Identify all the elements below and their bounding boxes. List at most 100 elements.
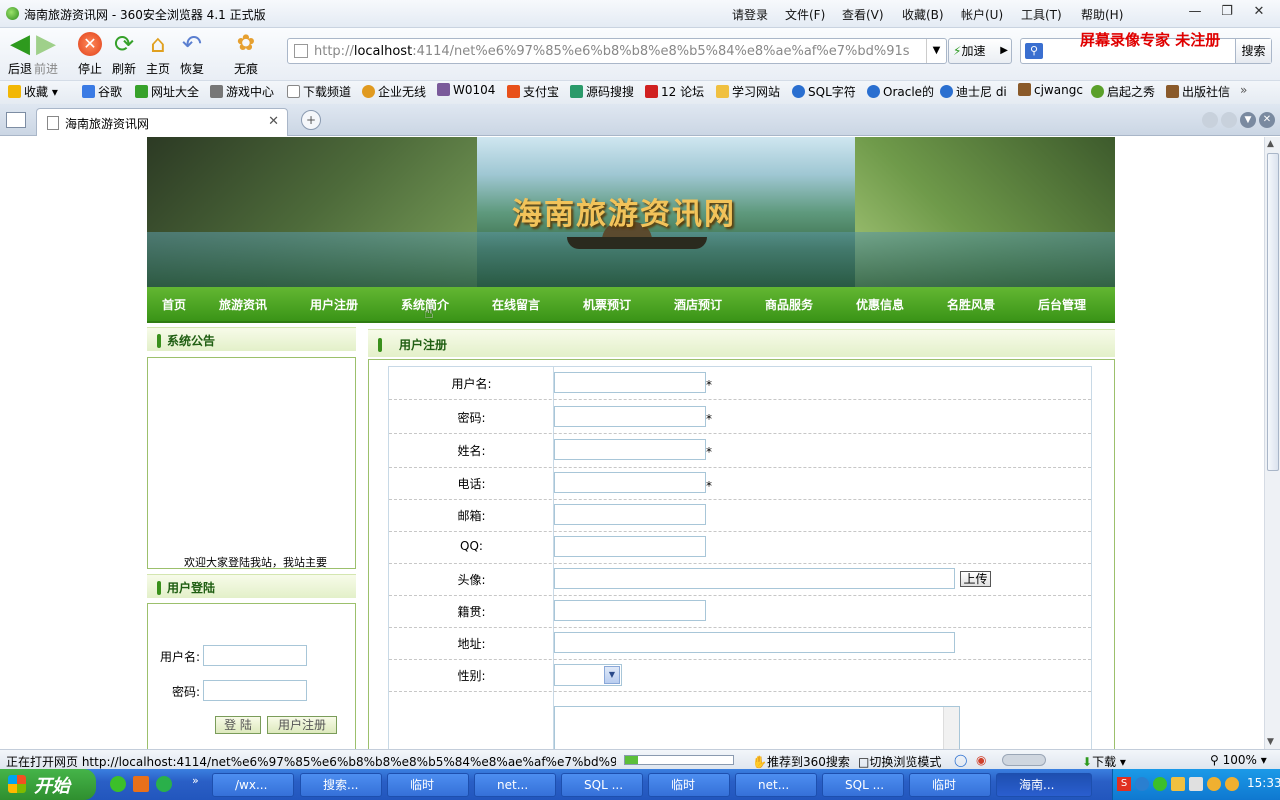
login-password-input[interactable] <box>203 680 307 701</box>
scroll-up-icon[interactable]: ▲ <box>1267 139 1274 149</box>
phone-input[interactable] <box>554 472 706 493</box>
shield-icon[interactable]: ◉ <box>976 753 986 767</box>
fav-wireless[interactable]: 企业无线 <box>362 83 426 100</box>
tray-qq-icon[interactable] <box>1225 777 1239 791</box>
close-tab-icon[interactable]: ✕ <box>268 114 279 129</box>
taskbar-item-sql-2[interactable]: SQL ... <box>822 773 904 797</box>
sidebar-toggle-icon[interactable] <box>6 112 26 128</box>
menu-favorites[interactable]: 收藏(B) <box>902 6 944 23</box>
fav-google[interactable]: 谷歌 <box>82 83 122 100</box>
more-favorites-icon[interactable]: » <box>1240 83 1247 97</box>
fav-w0104[interactable]: W0104 <box>437 83 495 97</box>
nav-home[interactable]: 首页 <box>162 296 186 313</box>
address-dropdown-icon[interactable]: ▼ <box>926 39 946 63</box>
scrollbar-thumb[interactable] <box>1267 153 1279 471</box>
tray-arrow-icon[interactable] <box>1135 777 1149 791</box>
email-input[interactable] <box>554 504 706 525</box>
speed-button[interactable]: ⚡加速 ▶ <box>948 38 1012 64</box>
nav-goods[interactable]: 商品服务 <box>765 296 813 313</box>
address-input[interactable] <box>554 632 955 653</box>
s-icon[interactable]: S <box>1117 777 1131 791</box>
page-scrollbar[interactable]: ▲ ▼ <box>1264 137 1280 749</box>
fav-publisher[interactable]: 出版社信 <box>1166 83 1230 100</box>
upload-button[interactable]: 上传 <box>960 571 991 587</box>
fav-source[interactable]: 源码搜搜 <box>570 83 634 100</box>
incognito-button[interactable]: ✿ 无痕 <box>226 32 266 77</box>
maximize-icon[interactable]: ❐ <box>1213 2 1241 22</box>
nav-scenery[interactable]: 名胜风景 <box>947 296 995 313</box>
name-input[interactable] <box>554 439 706 460</box>
tray-network-icon[interactable] <box>1189 777 1203 791</box>
intro-textarea[interactable] <box>554 706 960 749</box>
favorites-menu[interactable]: 收藏 ▾ <box>8 83 58 100</box>
address-bar[interactable]: http://localhost:4114/net%e6%97%85%e6%b8… <box>287 38 947 64</box>
tab-active[interactable]: 海南旅游资讯网 ✕ <box>36 108 288 136</box>
menu-login[interactable]: 请登录 <box>732 6 768 23</box>
search-engine-icon[interactable]: ⚲ <box>1025 43 1043 59</box>
nav-message[interactable]: 在线留言 <box>492 296 540 313</box>
menu-help[interactable]: 帮助(H) <box>1081 6 1123 23</box>
taskbar-item-folder[interactable]: /wx... <box>212 773 294 797</box>
fav-disney[interactable]: 迪士尼 di <box>940 83 1007 100</box>
textarea-scrollbar[interactable] <box>943 707 959 749</box>
qq-input[interactable] <box>554 536 706 557</box>
start-button[interactable]: 开始 <box>0 769 96 800</box>
quicklaunch-more-icon[interactable]: » <box>192 774 199 787</box>
taskbar-item-browser[interactable]: 海南... <box>996 773 1092 797</box>
toggle-switch[interactable] <box>1002 754 1046 766</box>
menu-file[interactable]: 文件(F) <box>785 6 825 23</box>
login-button[interactable]: 登 陆 <box>215 716 261 734</box>
password-input[interactable] <box>554 406 706 427</box>
new-tab-icon[interactable]: + <box>301 110 321 130</box>
scroll-tabs-right-icon[interactable] <box>1221 112 1237 128</box>
scroll-tabs-left-icon[interactable] <box>1202 112 1218 128</box>
menu-account[interactable]: 帐户(U) <box>961 6 1003 23</box>
switch-mode[interactable]: □切换浏览模式 <box>858 753 941 770</box>
quicklaunch-browser-icon[interactable] <box>156 776 172 792</box>
nav-travel-news[interactable]: 旅游资讯 <box>219 296 267 313</box>
taskbar-item-temp-3[interactable]: 临时 <box>909 773 991 797</box>
nav-register[interactable]: 用户注册 <box>310 296 358 313</box>
zoom-control[interactable]: ⚲ 100% ▾ <box>1210 753 1267 767</box>
fav-cjwangc[interactable]: cjwangc <box>1018 83 1083 97</box>
taskbar-item-temp[interactable]: 临时 <box>387 773 469 797</box>
nav-hotel[interactable]: 酒店预订 <box>674 296 722 313</box>
fav-oracle[interactable]: Oracle的 <box>867 83 934 100</box>
close-all-tabs-icon[interactable]: ✕ <box>1259 112 1275 128</box>
menu-tools[interactable]: 工具(T) <box>1021 6 1062 23</box>
quicklaunch-app-icon[interactable] <box>133 776 149 792</box>
taskbar-item-sql[interactable]: SQL ... <box>561 773 643 797</box>
taskbar-item-net[interactable]: net... <box>474 773 556 797</box>
menu-view[interactable]: 查看(V) <box>842 6 884 23</box>
avatar-path-input[interactable] <box>554 568 955 589</box>
hometown-input[interactable] <box>554 600 706 621</box>
recommend-360[interactable]: ✋推荐到360搜索 <box>752 753 850 770</box>
fav-forum[interactable]: 12 论坛 <box>645 83 704 100</box>
fav-sites[interactable]: 网址大全 <box>135 83 199 100</box>
gender-select[interactable]: ▼ <box>554 664 622 686</box>
search-button[interactable]: 搜索 <box>1235 39 1271 63</box>
fav-sql[interactable]: SQL字符 <box>792 83 856 100</box>
tray-qq-icon[interactable] <box>1207 777 1221 791</box>
tab-list-icon[interactable]: ▼ <box>1240 112 1256 128</box>
tray-app-icon[interactable] <box>1171 777 1185 791</box>
tray-360-icon[interactable] <box>1153 777 1167 791</box>
scroll-down-icon[interactable]: ▼ <box>1267 737 1274 747</box>
forward-button[interactable]: ▶ 前进 <box>26 31 66 77</box>
nav-admin[interactable]: 后台管理 <box>1038 296 1086 313</box>
fav-study[interactable]: 学习网站 <box>716 83 780 100</box>
quicklaunch-360-icon[interactable] <box>110 776 126 792</box>
close-window-icon[interactable]: ✕ <box>1245 2 1273 22</box>
taskbar-item-search[interactable]: 搜索... <box>300 773 382 797</box>
username-input[interactable] <box>554 372 706 393</box>
download-button[interactable]: ⬇下载 ▾ <box>1082 753 1126 770</box>
fav-alipay[interactable]: 支付宝 <box>507 83 559 100</box>
nav-deals[interactable]: 优惠信息 <box>856 296 904 313</box>
fav-download[interactable]: 下载频道 <box>287 83 351 100</box>
fav-games[interactable]: 游戏中心 <box>210 83 274 100</box>
minimize-icon[interactable]: — <box>1181 2 1209 22</box>
taskbar-item-temp-2[interactable]: 临时 <box>648 773 730 797</box>
fav-rising[interactable]: 启起之秀 <box>1091 83 1155 100</box>
login-username-input[interactable] <box>203 645 307 666</box>
ie-icon[interactable]: ◯ <box>954 753 967 767</box>
